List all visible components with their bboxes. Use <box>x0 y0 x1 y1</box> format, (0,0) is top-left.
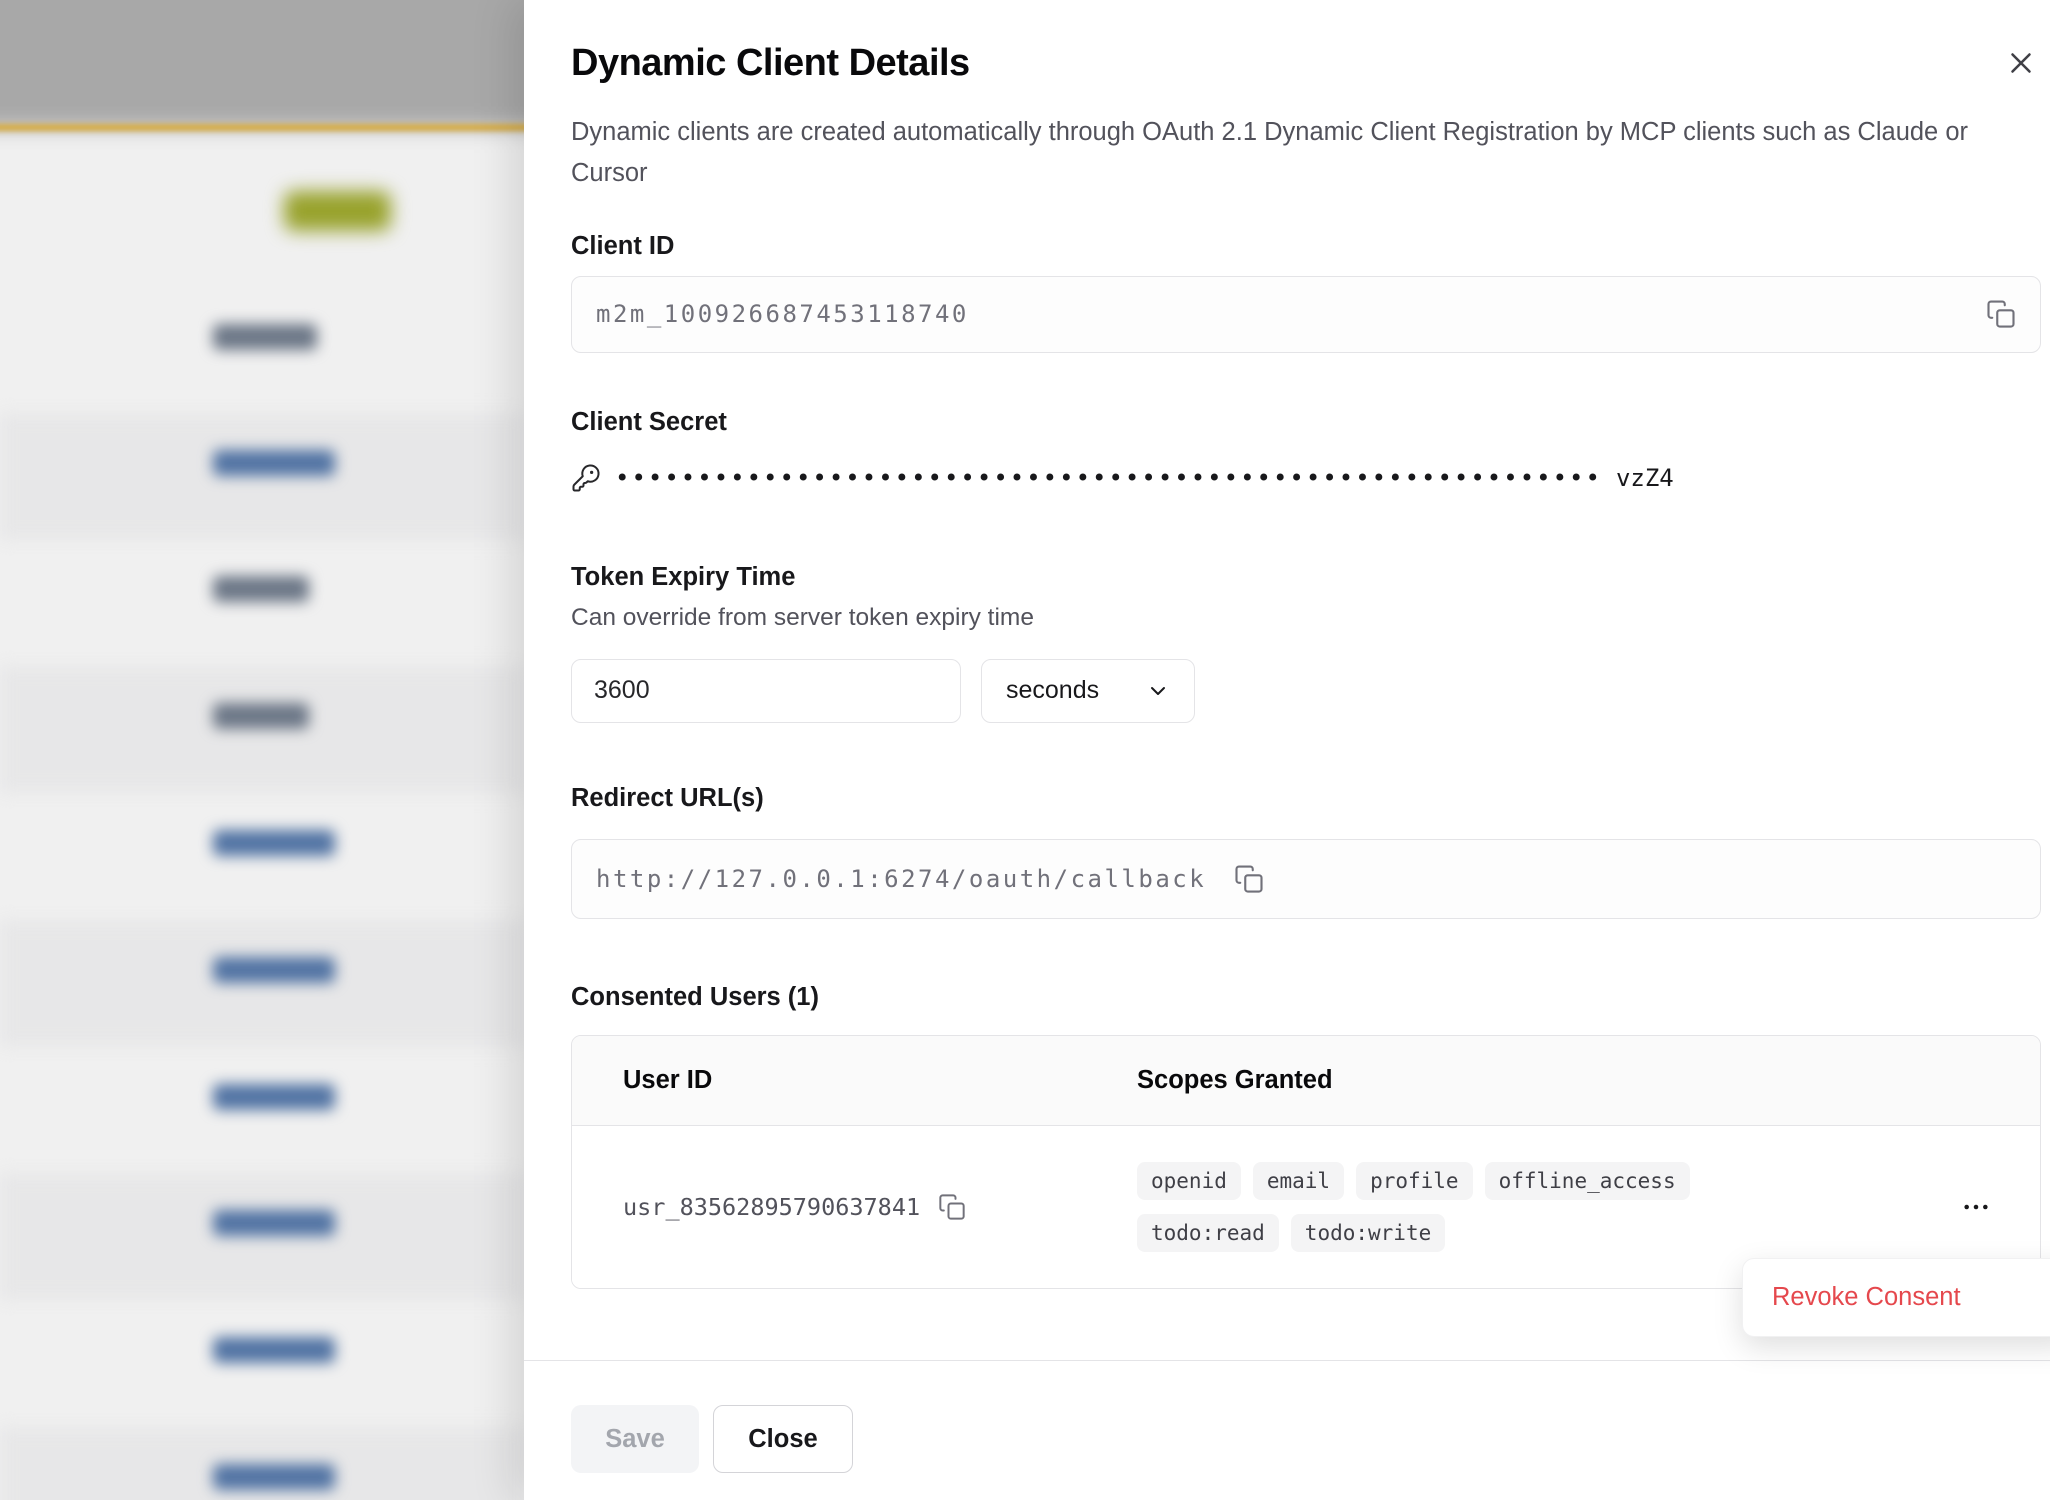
blurred-table-stripe <box>0 1173 524 1300</box>
blurred-table-stripe <box>0 666 524 793</box>
blurred-row-text <box>213 576 309 602</box>
close-icon <box>2004 46 2038 80</box>
copy-redirect-url-button[interactable] <box>1234 864 1264 894</box>
blurred-table-stripe <box>0 920 524 1047</box>
scope-badge: todo:read <box>1137 1214 1279 1252</box>
revoke-consent-menu-item[interactable]: Revoke Consent <box>1753 1269 2050 1326</box>
blurred-row-text <box>213 1210 335 1236</box>
row-actions-button[interactable] <box>1960 1191 1992 1223</box>
panel-title: Dynamic Client Details <box>571 42 2041 85</box>
token-expiry-label: Token Expiry Time <box>571 563 2041 592</box>
blurred-row-text <box>213 830 335 856</box>
consented-users-label: Consented Users (1) <box>571 983 2041 1012</box>
table-header: User ID Scopes Granted <box>572 1036 2040 1126</box>
scopes-granted-cell: openid email profile offline_access todo… <box>1137 1162 1817 1252</box>
blurred-row-text <box>213 450 335 476</box>
close-button[interactable]: Close <box>713 1405 853 1473</box>
copy-user-id-button[interactable] <box>938 1193 966 1221</box>
column-header-user-id: User ID <box>623 1066 1137 1095</box>
blurred-row-text <box>213 957 335 983</box>
token-expiry-unit-value: seconds <box>1006 676 1099 705</box>
blurred-accent-line <box>0 124 570 131</box>
copy-icon <box>938 1193 966 1221</box>
blurred-row-text <box>213 1337 335 1363</box>
scope-badge: email <box>1253 1162 1344 1200</box>
row-actions-menu: Revoke Consent <box>1742 1258 2050 1337</box>
panel-description: Dynamic clients are created automaticall… <box>571 112 1991 194</box>
redirect-url-value-box: http://127.0.0.1:6274/oauth/callback <box>571 839 2041 919</box>
scope-badge: openid <box>1137 1162 1241 1200</box>
dynamic-client-details-panel: Dynamic Client Details Dynamic clients a… <box>524 0 2050 1500</box>
client-secret-label: Client Secret <box>571 408 2041 437</box>
token-expiry-unit-select[interactable]: seconds <box>981 659 1195 723</box>
client-id-value-box: m2m_100926687453118740 <box>571 276 2041 353</box>
ellipsis-icon <box>1960 1191 1992 1223</box>
redirect-url-value: http://127.0.0.1:6274/oauth/callback <box>596 865 1206 893</box>
token-expiry-field: Token Expiry Time Can override from serv… <box>571 563 2041 723</box>
client-secret-mask: ••••••••••••••••••••••••••••••••••••••••… <box>615 464 1602 492</box>
scope-badge: offline_access <box>1485 1162 1690 1200</box>
blurred-row-text <box>213 703 309 729</box>
client-id-value: m2m_100926687453118740 <box>596 300 969 328</box>
chevron-down-icon <box>1146 679 1170 703</box>
consented-users-section: Consented Users (1) User ID Scopes Grant… <box>571 983 2041 1289</box>
copy-icon <box>1986 299 2016 329</box>
save-button[interactable]: Save <box>571 1405 699 1473</box>
redirect-urls-field: Redirect URL(s) http://127.0.0.1:6274/oa… <box>571 784 2041 919</box>
panel-footer: Save Close <box>524 1360 2050 1500</box>
redirect-urls-label: Redirect URL(s) <box>571 784 2041 813</box>
token-expiry-input[interactable] <box>571 659 961 723</box>
consented-users-table: User ID Scopes Granted usr_8356289579063… <box>571 1035 2041 1289</box>
client-id-field: Client ID m2m_100926687453118740 <box>571 232 2041 353</box>
copy-client-id-button[interactable] <box>1986 299 2016 329</box>
client-id-label: Client ID <box>571 232 2041 261</box>
blurred-table-stripe <box>0 413 524 540</box>
token-expiry-helper: Can override from server token expiry ti… <box>571 604 2041 632</box>
client-secret-row: ••••••••••••••••••••••••••••••••••••••••… <box>571 463 2041 493</box>
screen: Dynamic Client Details Dynamic clients a… <box>0 0 2050 1500</box>
scope-badge: profile <box>1356 1162 1473 1200</box>
scope-badge: todo:write <box>1291 1214 1445 1252</box>
blurred-row-text <box>213 1464 335 1490</box>
modal-close-button[interactable] <box>1998 40 2044 86</box>
client-secret-field: Client Secret ••••••••••••••••••••••••••… <box>571 408 2041 493</box>
column-header-scopes: Scopes Granted <box>1137 1066 1932 1095</box>
key-icon <box>571 463 601 493</box>
copy-icon <box>1234 864 1264 894</box>
blurred-row-text <box>213 1084 335 1110</box>
user-id-value: usr_83562895790637841 <box>623 1193 920 1221</box>
blurred-row-text <box>213 324 317 350</box>
blurred-badge <box>284 191 391 231</box>
blurred-topbar <box>0 0 570 128</box>
client-secret-suffix: vzZ4 <box>1616 464 1674 492</box>
